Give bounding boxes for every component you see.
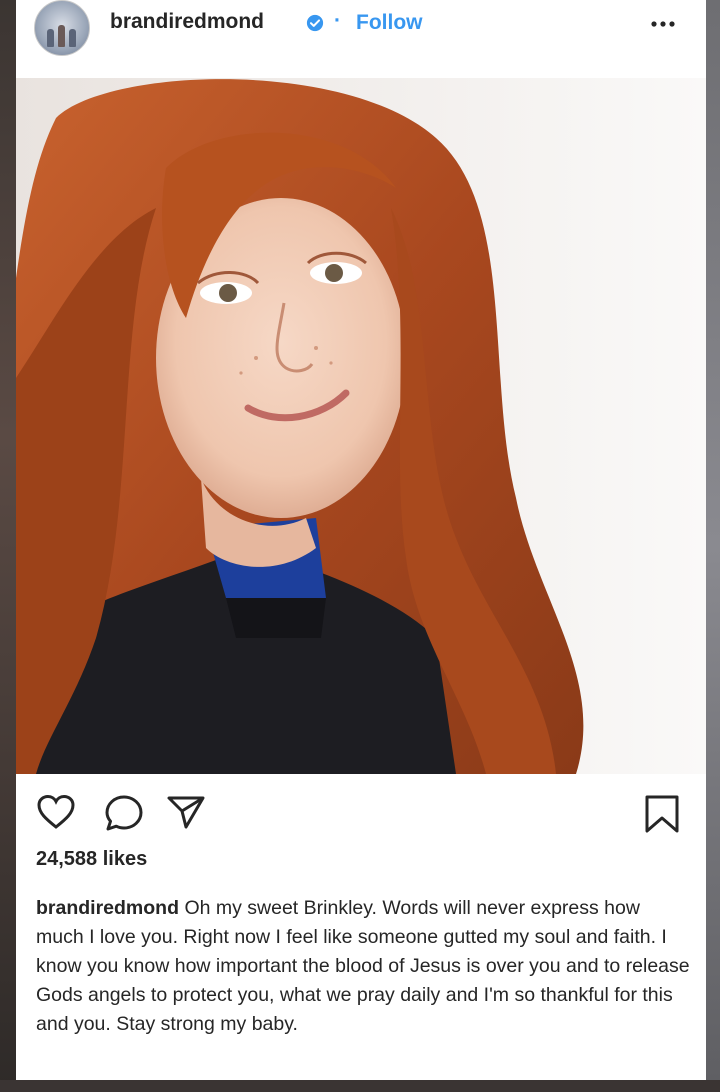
avatar[interactable]	[34, 0, 90, 56]
photo-frame-left	[0, 0, 16, 1092]
photo-frame-right	[706, 0, 720, 1092]
header-separator: ·	[334, 9, 341, 32]
bookmark-icon[interactable]	[642, 794, 682, 834]
caption-username[interactable]: brandiredmond	[36, 897, 179, 919]
comment-icon[interactable]	[104, 794, 144, 832]
photo-frame-bottom	[0, 1080, 720, 1092]
username[interactable]: brandiredmond	[110, 10, 264, 34]
post-header: brandiredmond · Follow	[16, 0, 706, 76]
post-photo[interactable]	[16, 78, 706, 774]
follow-button[interactable]: Follow	[356, 11, 423, 35]
more-options-icon[interactable]	[648, 14, 678, 34]
verified-badge-icon	[306, 14, 324, 32]
portrait-illustration	[16, 78, 706, 774]
likes-count[interactable]: 24,588 likes	[36, 848, 147, 871]
share-icon[interactable]	[166, 794, 206, 830]
heart-icon[interactable]	[36, 794, 76, 830]
post-caption: brandiredmond Oh my sweet Brinkley. Word…	[36, 894, 692, 1039]
instagram-post: brandiredmond · Follow 24,588 likes bran…	[16, 0, 706, 1080]
post-actions-bar	[16, 780, 706, 840]
